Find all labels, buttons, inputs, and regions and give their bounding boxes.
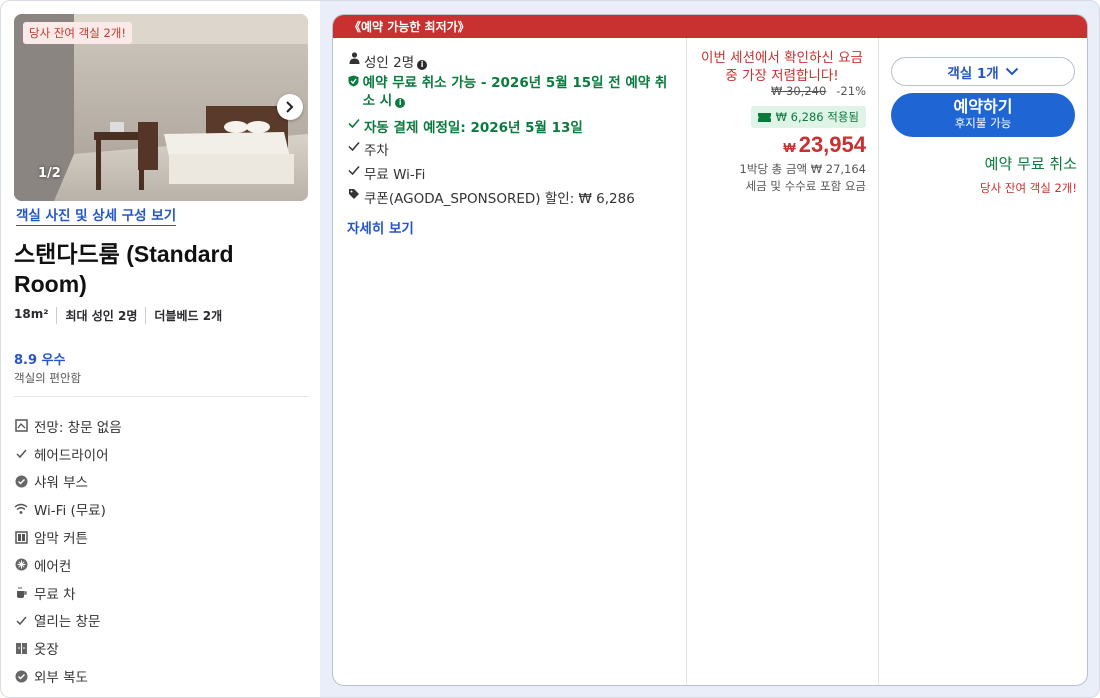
room-photos-link[interactable]: 객실 사진 및 상세 구성 보기 — [16, 204, 177, 226]
auto-payment-label: 자동 결제 예정일: 2026년 5월 13일 — [364, 120, 583, 136]
book-button-sublabel: 후지불 가능 — [954, 116, 1012, 130]
discount-percent: -21% — [836, 84, 866, 98]
ticket-icon — [757, 112, 771, 122]
tea-icon — [14, 586, 28, 600]
amenity-item: 헤어드라이어 — [14, 440, 122, 468]
currency-symbol: ₩ — [783, 140, 796, 155]
offer-banner: 《예약 가능한 최저가》 — [333, 15, 1087, 38]
amenity-label: 무료 차 — [34, 586, 76, 603]
amenities-list: 전망: 창문 없음 헤어드라이어 샤워 부스 Wi-Fi (무료) 암막 커튼 … — [14, 412, 122, 690]
price-details: 1박당 총 금액 ₩ 27,164 세금 및 수수료 포함 요금 — [740, 161, 866, 195]
amenity-item: 외부 복도 — [14, 662, 122, 690]
offer-card: 《예약 가능한 최저가》 성인 2명 i 예약 무료 취소 가능 - 2026년 … — [332, 14, 1088, 686]
chevron-down-icon — [1005, 67, 1018, 76]
amenity-item: Wi-Fi (무료) — [14, 495, 122, 523]
rating-score: 8.9 우수 — [14, 353, 66, 368]
amenity-label: 전망: 창문 없음 — [34, 419, 122, 436]
tax-note: 세금 및 수수료 포함 요금 — [745, 179, 866, 193]
price-amount: 23,954 — [798, 132, 866, 157]
free-cancel-label: 예약 무료 취소 가능 - 2026년 5월 15일 전 예약 취소 시 — [362, 75, 668, 109]
amenity-item: 열리는 창문 — [14, 607, 122, 635]
person-icon — [347, 51, 361, 64]
check-icon — [347, 116, 361, 129]
amenity-label: 외부 복도 — [34, 670, 88, 687]
amenity-item: 암막 커튼 — [14, 523, 122, 551]
amenity-label: 에어컨 — [34, 558, 72, 575]
check-icon — [347, 163, 361, 176]
info-icon[interactable]: i — [417, 60, 428, 70]
rating-label: 객실의 편안함 — [14, 371, 82, 385]
check-icon — [347, 139, 361, 152]
parking-label: 주차 — [364, 143, 389, 159]
guests-feature: 성인 2명 i — [347, 51, 428, 71]
room-details-column: 당사 잔여 객실 2개! 1/2 객실 사진 및 상세 구성 보기 스탠다드룸 … — [1, 1, 320, 697]
final-price: ₩23,954 — [783, 132, 866, 158]
coupon-feature: 쿠폰(AGODA_SPONSORED) 할인: ₩ 6,286 — [347, 187, 635, 207]
free-cancel-note: 예약 무료 취소 — [984, 155, 1077, 173]
wifi-icon — [14, 502, 28, 516]
shower-icon — [14, 474, 28, 488]
photo-counter: 1/2 — [38, 166, 61, 181]
original-price-row: ₩ 30,240 -21% — [771, 84, 866, 98]
original-price: ₩ 30,240 — [771, 84, 827, 98]
amenity-label: 암막 커튼 — [34, 531, 88, 548]
room-size: 18m² — [14, 307, 49, 321]
check-icon — [14, 447, 28, 461]
coupon-label: 쿠폰(AGODA_SPONSORED) 할인: ₩ 6,286 — [364, 191, 635, 207]
room-max-occupancy: 최대 성인 2명 — [56, 307, 145, 324]
auto-payment-feature: 자동 결제 예정일: 2026년 5월 13일 — [347, 116, 583, 136]
chevron-right-icon — [286, 101, 294, 113]
wardrobe-icon — [14, 641, 28, 655]
amenity-label: 옷장 — [34, 642, 59, 659]
amenity-item: 무료 차 — [14, 579, 122, 607]
rooms-left-badge: 당사 잔여 객실 2개! — [23, 22, 132, 44]
shield-check-icon — [347, 74, 360, 87]
room-title: 스탠다드룸 (Standard Room) — [14, 241, 234, 297]
parking-feature: 주차 — [347, 139, 389, 159]
check-icon — [14, 613, 28, 627]
room-bed-type: 더블베드 2개 — [145, 307, 230, 324]
book-button[interactable]: 예약하기 후지불 가능 — [891, 93, 1075, 137]
amenity-label: 헤어드라이어 — [34, 447, 109, 464]
room-offer-panel: 당사 잔여 객실 2개! 1/2 객실 사진 및 상세 구성 보기 스탠다드룸 … — [0, 0, 1100, 698]
coupon-applied-badge: ₩ 6,286 적용됨 — [750, 106, 866, 128]
air-conditioner-icon — [14, 558, 28, 572]
amenity-label: 열리는 창문 — [34, 614, 101, 631]
price-column: 이번 세션에서 확인하신 요금 중 가장 저렴합니다! ₩ 30,240 -21… — [687, 38, 879, 685]
wifi-feature: 무료 Wi-Fi — [347, 163, 425, 183]
view-icon — [14, 419, 28, 433]
room-quantity-select[interactable]: 객실 1개 — [891, 57, 1075, 86]
amenity-label: Wi-Fi (무료) — [34, 503, 106, 520]
info-icon[interactable]: i — [395, 98, 406, 108]
wifi-label: 무료 Wi-Fi — [364, 167, 426, 183]
total-per-night: 1박당 총 금액 ₩ 27,164 — [739, 162, 866, 176]
booking-column: 객실 1개 예약하기 후지불 가능 예약 무료 취소 당사 잔여 객실 2개! — [879, 38, 1087, 685]
room-photo[interactable]: 당사 잔여 객실 2개! 1/2 — [14, 14, 308, 201]
room-quantity-label: 객실 1개 — [947, 65, 999, 82]
next-photo-button[interactable] — [277, 94, 303, 120]
book-button-label: 예약하기 — [953, 97, 1013, 116]
see-details-link[interactable]: 자세히 보기 — [347, 217, 414, 237]
free-cancel-feature: 예약 무료 취소 가능 - 2026년 5월 15일 전 예약 취소 시i — [347, 74, 677, 110]
room-rating: 8.9 우수 객실의 편안함 — [14, 349, 81, 386]
tag-icon — [347, 187, 361, 200]
amenity-item: 샤워 부스 — [14, 468, 122, 496]
guests-label: 성인 2명 — [364, 55, 415, 71]
offer-features-column: 성인 2명 i 예약 무료 취소 가능 - 2026년 5월 15일 전 예약 취… — [333, 38, 687, 685]
lowest-price-message: 이번 세션에서 확인하신 요금 중 가장 저렴합니다! — [701, 50, 863, 84]
amenity-item: 전망: 창문 없음 — [14, 412, 122, 440]
blackout-curtain-icon — [14, 530, 28, 544]
rooms-left-note: 당사 잔여 객실 2개! — [980, 181, 1077, 195]
amenity-item: 에어컨 — [14, 551, 122, 579]
amenity-item: 옷장 — [14, 634, 122, 662]
amenity-label: 샤워 부스 — [34, 475, 88, 492]
room-specs: 18m² 최대 성인 2명 더블베드 2개 — [14, 307, 230, 324]
corridor-icon — [14, 669, 28, 683]
coupon-applied-label: ₩ 6,286 적용됨 — [775, 110, 859, 124]
divider — [14, 396, 308, 397]
